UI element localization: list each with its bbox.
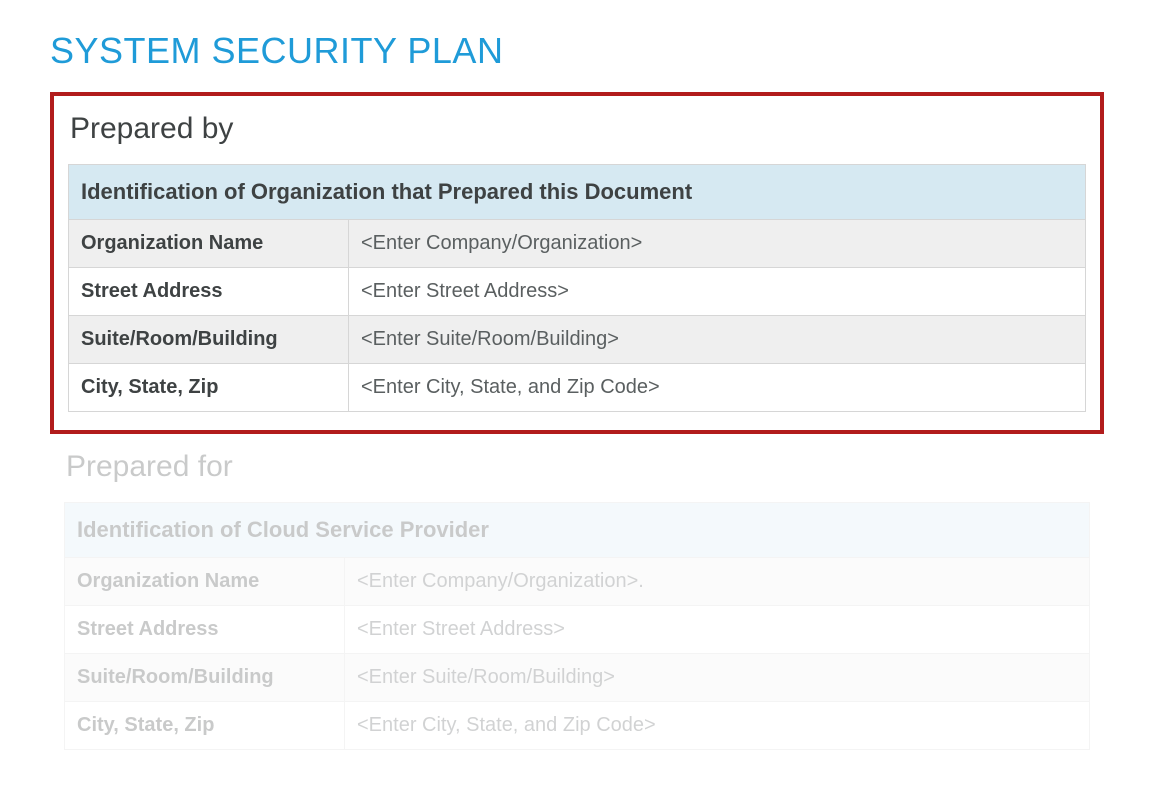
table-row: City, State, Zip <Enter City, State, and… [65,702,1090,750]
row-label: Street Address [69,268,349,316]
prepared-for-heading: Prepared for [66,450,1090,484]
table-row: Organization Name <Enter Company/Organiz… [69,220,1086,268]
page: SYSTEM SECURITY PLAN Prepared by Identif… [0,0,1154,798]
table-row: Suite/Room/Building <Enter Suite/Room/Bu… [69,316,1086,364]
row-value: <Enter Company/Organization> [349,220,1086,268]
prepared-for-section: Prepared for Identification of Cloud Ser… [50,434,1104,768]
row-label: City, State, Zip [65,702,345,750]
row-value: <Enter Suite/Room/Building> [345,654,1090,702]
prepared-for-table-title: Identification of Cloud Service Provider [65,503,1090,558]
row-label: Street Address [65,606,345,654]
table-row: Street Address <Enter Street Address> [65,606,1090,654]
row-value: <Enter City, State, and Zip Code> [345,702,1090,750]
row-value: <Enter Company/Organization>. [345,558,1090,606]
row-label: Suite/Room/Building [65,654,345,702]
row-value: <Enter Street Address> [345,606,1090,654]
document-title: SYSTEM SECURITY PLAN [50,30,1104,72]
prepared-by-table-title: Identification of Organization that Prep… [69,165,1086,220]
row-value: <Enter City, State, and Zip Code> [349,364,1086,412]
table-row: Suite/Room/Building <Enter Suite/Room/Bu… [65,654,1090,702]
row-label: Organization Name [65,558,345,606]
row-label: City, State, Zip [69,364,349,412]
prepared-for-table: Identification of Cloud Service Provider… [64,502,1090,750]
prepared-by-section: Prepared by Identification of Organizati… [50,92,1104,434]
row-label: Suite/Room/Building [69,316,349,364]
table-row: Organization Name <Enter Company/Organiz… [65,558,1090,606]
table-row: City, State, Zip <Enter City, State, and… [69,364,1086,412]
table-row: Street Address <Enter Street Address> [69,268,1086,316]
prepared-by-heading: Prepared by [70,112,1086,146]
row-label: Organization Name [69,220,349,268]
prepared-by-table: Identification of Organization that Prep… [68,164,1086,412]
row-value: <Enter Street Address> [349,268,1086,316]
row-value: <Enter Suite/Room/Building> [349,316,1086,364]
